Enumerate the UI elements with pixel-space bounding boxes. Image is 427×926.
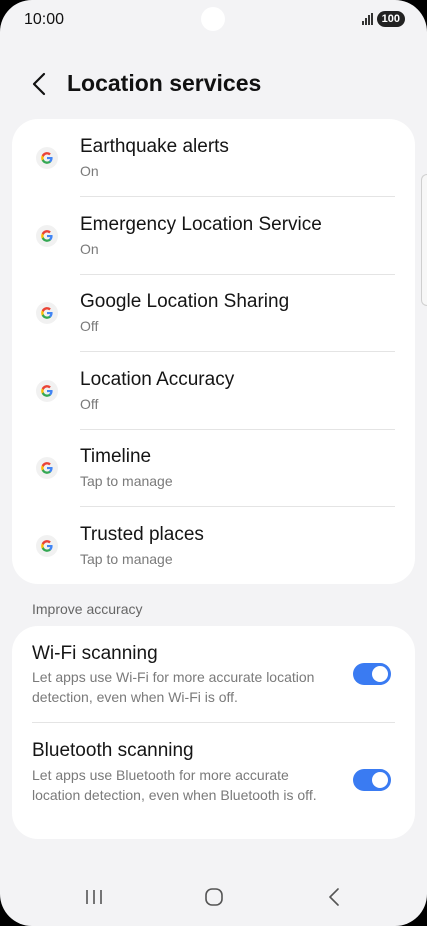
status-bar: 10:00 100 [0, 0, 427, 42]
item-subtitle: Tap to manage [80, 473, 173, 489]
wifi-scanning-toggle[interactable] [353, 663, 391, 685]
wifi-scanning-description: Let apps use Wi-Fi for more accurate loc… [32, 669, 315, 705]
services-card: Earthquake alerts On Emergency Location … [12, 119, 415, 584]
item-title: Earthquake alerts [80, 136, 229, 157]
divider [32, 722, 395, 723]
item-title: Timeline [80, 446, 152, 467]
item-title: Google Location Sharing [80, 291, 290, 312]
improve-accuracy-card: Wi-Fi scanning Let apps use Wi-Fi for mo… [12, 626, 415, 839]
list-item-timeline[interactable]: Timeline Tap to manage [12, 429, 415, 507]
wifi-scanning-title: Wi-Fi scanning [32, 643, 158, 664]
list-item-location-accuracy[interactable]: Location Accuracy Off [12, 352, 415, 430]
google-g-icon [36, 535, 58, 557]
battery-icon: 100 [376, 11, 405, 27]
list-item-trusted-places[interactable]: Trusted places Tap to manage [12, 507, 415, 585]
signal-icon [361, 13, 373, 25]
nav-back-icon [329, 888, 339, 906]
item-subtitle: Tap to manage [80, 551, 173, 567]
app-header: Location services [0, 62, 427, 106]
item-title: Emergency Location Service [80, 214, 322, 235]
google-g-icon [36, 380, 58, 402]
toggle-knob [372, 666, 388, 682]
home-icon [205, 888, 223, 906]
list-item-emergency-location-service[interactable]: Emergency Location Service On [12, 197, 415, 275]
nav-back-button[interactable] [314, 882, 354, 912]
recent-apps-icon [86, 890, 102, 904]
home-button[interactable] [194, 882, 234, 912]
item-title: Trusted places [80, 524, 204, 545]
item-subtitle: Off [80, 318, 99, 334]
list-item-google-location-sharing[interactable]: Google Location Sharing Off [12, 274, 415, 352]
page-title: Location services [67, 70, 262, 96]
list-item-earthquake-alerts[interactable]: Earthquake alerts On [12, 119, 415, 197]
bluetooth-scanning-description: Let apps use Bluetooth for more accurate… [32, 767, 317, 803]
item-subtitle: On [80, 163, 99, 179]
phone-screen: 10:00 100 Location services Earthquake a… [0, 0, 427, 926]
scroll-handle[interactable] [421, 174, 427, 306]
section-label-improve-accuracy: Improve accuracy [32, 601, 143, 617]
status-icons: 100 [361, 11, 405, 27]
google-g-icon [36, 147, 58, 169]
front-camera [201, 7, 225, 31]
bluetooth-scanning-toggle[interactable] [353, 769, 391, 791]
google-g-icon [36, 302, 58, 324]
navigation-bar [0, 870, 427, 926]
back-arrow-icon [32, 72, 46, 96]
item-title: Location Accuracy [80, 369, 235, 390]
item-subtitle: Off [80, 396, 99, 412]
google-g-icon [36, 457, 58, 479]
google-g-icon [36, 225, 58, 247]
back-button[interactable] [28, 70, 52, 98]
bluetooth-scanning-title: Bluetooth scanning [32, 740, 194, 761]
recent-apps-button[interactable] [74, 882, 114, 912]
toggle-knob [372, 772, 388, 788]
item-subtitle: On [80, 241, 99, 257]
status-time: 10:00 [24, 11, 65, 28]
